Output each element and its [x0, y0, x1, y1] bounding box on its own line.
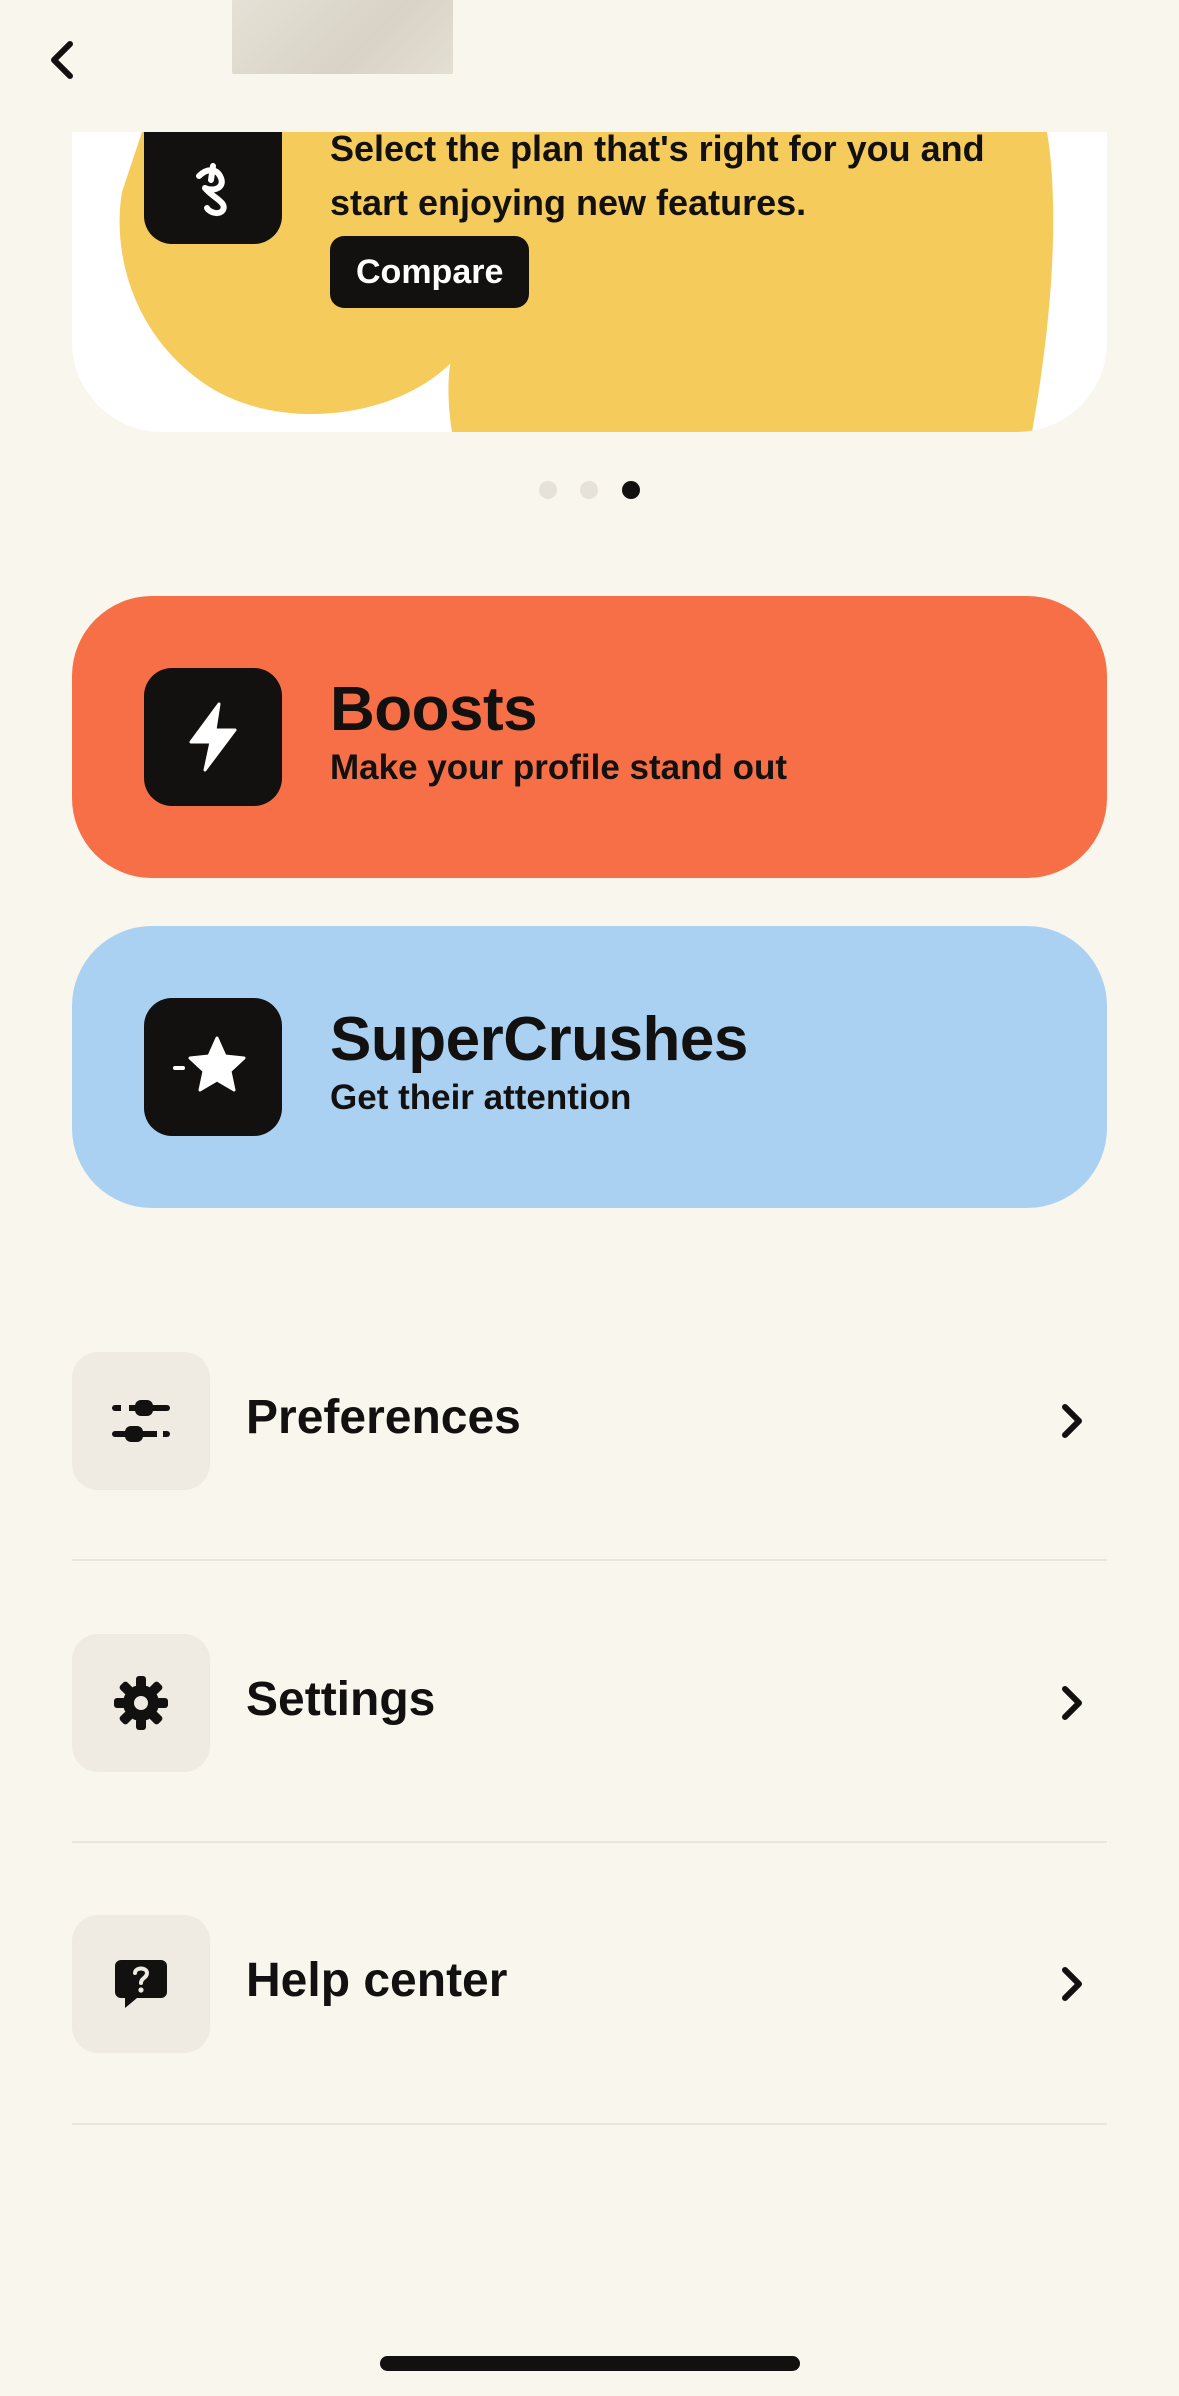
boosts-title: Boosts [330, 675, 538, 744]
chevron-left-icon [51, 41, 73, 79]
menu-divider [72, 1841, 1107, 1843]
header-thumbnail [232, 0, 453, 74]
help-center-label: Help center [246, 1954, 508, 2007]
supercrushes-card[interactable]: SuperCrushes Get their attention [72, 926, 1107, 1208]
supercrushes-subtitle: Get their attention [330, 1078, 632, 1117]
compare-button[interactable]: Compare [330, 236, 530, 308]
boosts-subtitle: Make your profile stand out [330, 748, 787, 787]
help-bubble-icon [72, 1915, 210, 2053]
lightning-bolt-icon [144, 668, 282, 806]
promo-text: Select the plan that's right for you and… [330, 132, 985, 223]
settings-label: Settings [246, 1673, 436, 1726]
gear-icon [72, 1634, 210, 1772]
carousel-dot-1[interactable] [539, 481, 557, 499]
hinge-logo-icon [144, 132, 282, 244]
menu-divider [72, 2123, 1107, 2125]
home-indicator [380, 2356, 800, 2371]
chevron-right-icon [1045, 1676, 1099, 1730]
boosts-card[interactable]: Boosts Make your profile stand out [72, 596, 1107, 878]
menu-item-preferences[interactable]: Preferences [72, 1352, 1107, 1492]
chevron-right-icon [1045, 1957, 1099, 2011]
carousel-dot-2[interactable] [580, 481, 598, 499]
back-button[interactable] [30, 28, 94, 92]
preferences-label: Preferences [246, 1391, 521, 1444]
sliders-icon [72, 1352, 210, 1490]
menu-item-help-center[interactable]: Help center [72, 1915, 1107, 2055]
menu-item-settings[interactable]: Settings [72, 1634, 1107, 1774]
star-icon [144, 998, 282, 1136]
chevron-right-icon [1045, 1394, 1099, 1448]
menu-divider [72, 1559, 1107, 1561]
carousel-dot-3-active[interactable] [622, 481, 640, 499]
supercrushes-title: SuperCrushes [330, 1005, 748, 1074]
subscription-promo-card: Select the plan that's right for you and… [72, 132, 1107, 432]
